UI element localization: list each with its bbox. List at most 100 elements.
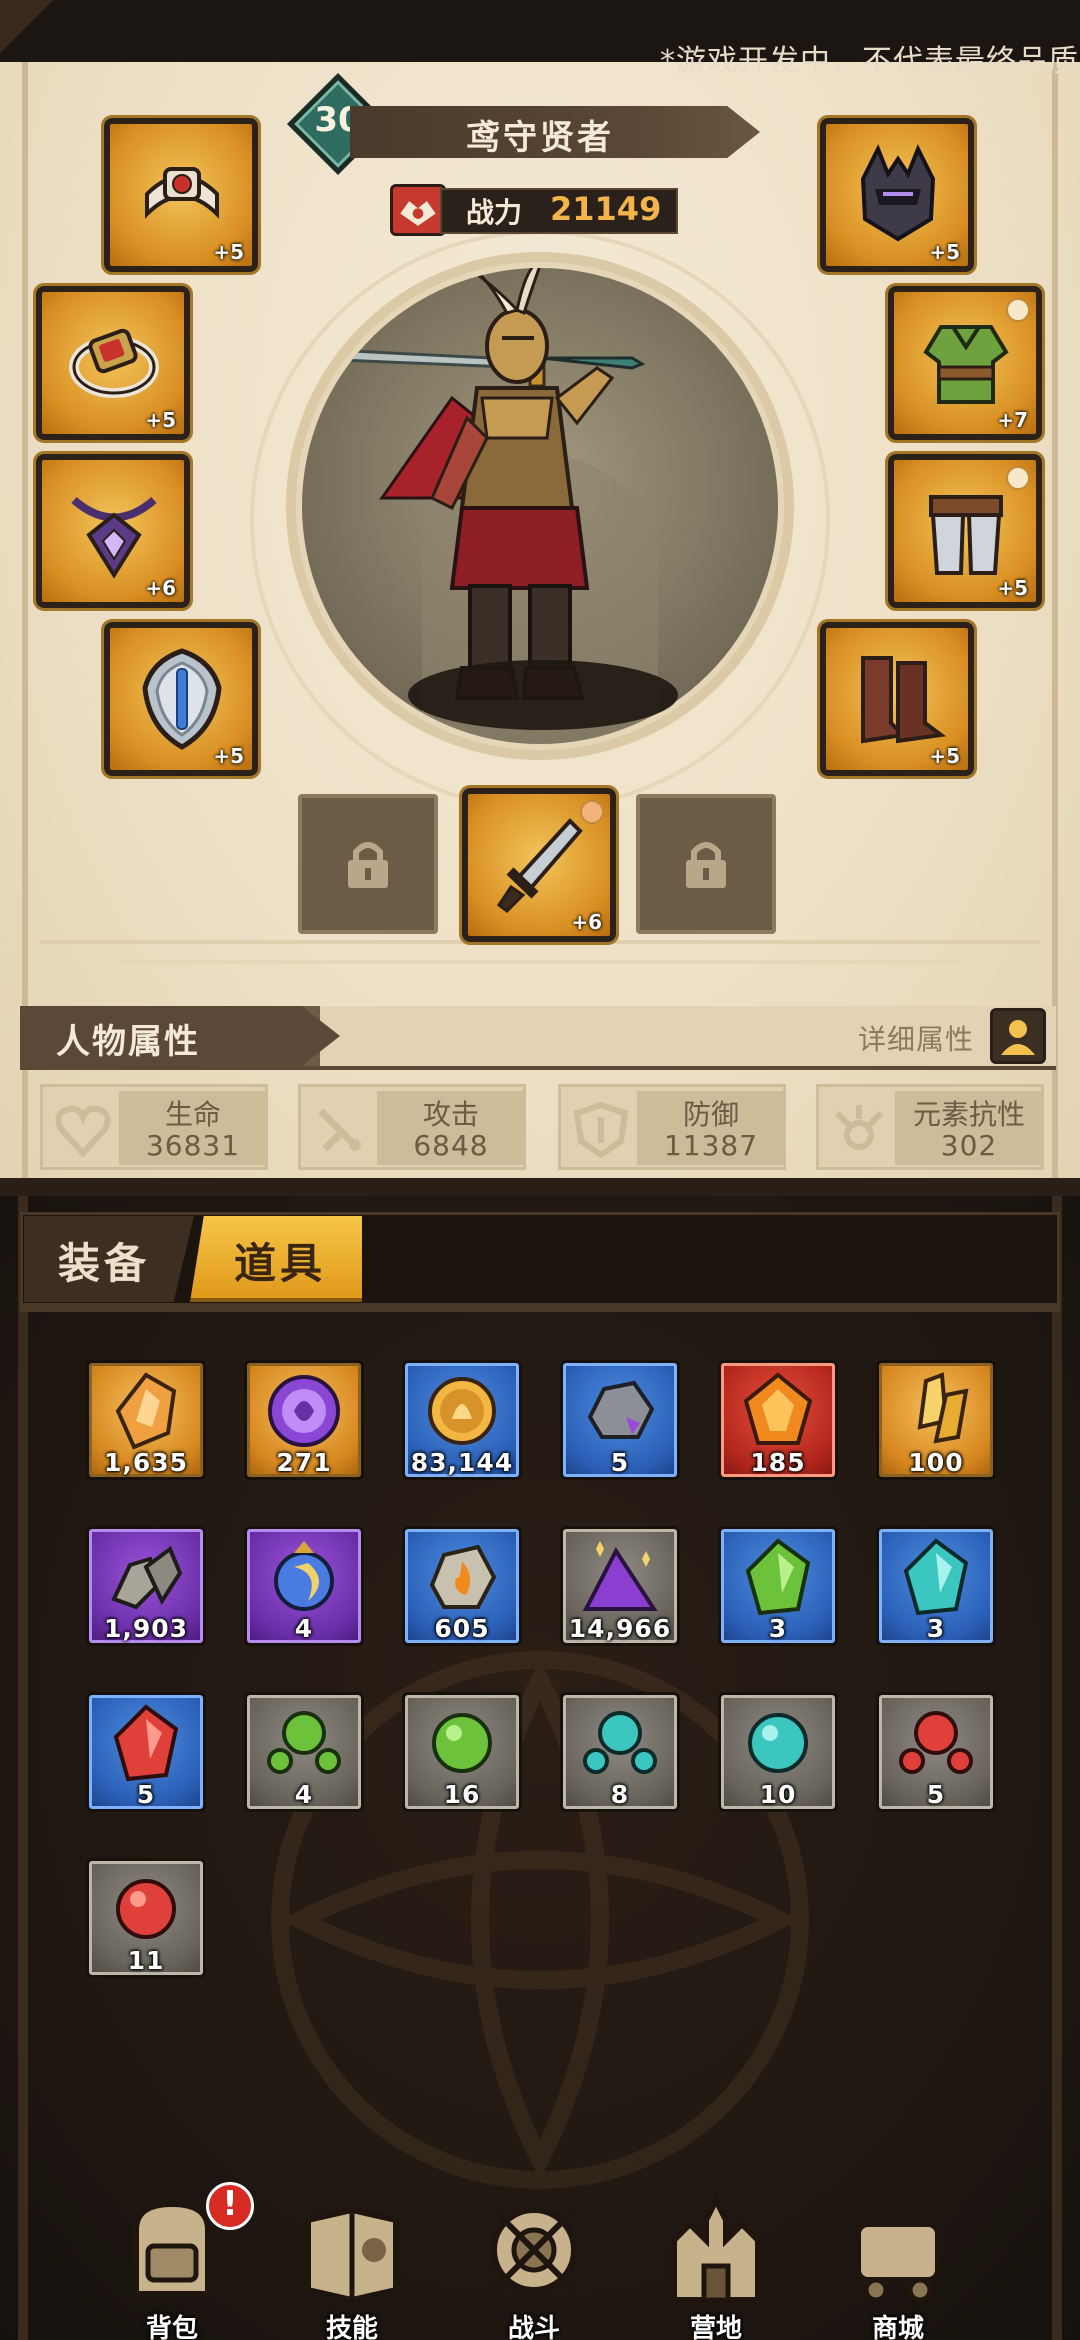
stat-attack: 攻击 6848	[298, 1084, 526, 1170]
nav-label: 技能	[325, 2314, 378, 2340]
inventory-item[interactable]: 10	[718, 1692, 838, 1812]
item-count: 1,903	[103, 1614, 189, 1643]
sword-icon	[496, 818, 583, 913]
inventory-item[interactable]: 5	[876, 1692, 996, 1812]
item-count: 16	[443, 1780, 481, 1809]
item-count: 4	[294, 1614, 314, 1643]
locked-slot-left[interactable]	[298, 794, 438, 934]
skill-book-icon	[305, 2206, 399, 2304]
inventory-item[interactable]: 4	[244, 1526, 364, 1646]
green-gem-icon	[432, 1713, 492, 1773]
dev-disclaimer: *游戏开发中，不代表最终品质	[660, 44, 1079, 79]
equip-slot-legs[interactable]: +5	[888, 454, 1042, 608]
equip-slot-ring-mid[interactable]: +5	[36, 286, 190, 440]
equip-slot-boots[interactable]: +5	[820, 622, 974, 776]
inventory-item[interactable]: 3	[876, 1526, 996, 1646]
red-gem-icon	[116, 1879, 176, 1939]
stat-defense: 防御 11387	[558, 1084, 786, 1170]
nav-camp[interactable]: 营地	[636, 2190, 796, 2340]
stat-label: 元素抗性	[912, 1098, 1025, 1131]
inventory-item[interactable]: 8	[560, 1692, 680, 1812]
inventory-item[interactable]: 100	[876, 1360, 996, 1480]
item-count: 11	[127, 1946, 165, 1975]
stat-label: 攻击	[422, 1098, 479, 1131]
cyan-gem-icon	[748, 1713, 808, 1773]
locked-slot-right[interactable]	[636, 794, 776, 934]
power-label: 战力	[466, 196, 523, 229]
flame-rock-icon	[429, 1544, 497, 1609]
nav-label: 战斗	[507, 2314, 560, 2340]
lock-badge-icon	[1006, 298, 1030, 322]
tab-items-label[interactable]: 道具	[200, 1230, 360, 1291]
power-icon	[390, 184, 446, 236]
sword-icon	[318, 1108, 362, 1152]
nav-battle[interactable]: 战斗	[454, 2190, 614, 2340]
inventory-item[interactable]: 11	[86, 1858, 206, 1978]
attribute-underline	[20, 1066, 1056, 1070]
equip-slot-shield[interactable]: +5	[104, 622, 258, 776]
upgrade-level: +7	[997, 408, 1028, 432]
detail-attributes-button[interactable]	[990, 1008, 1046, 1064]
inventory-item[interactable]: 271	[244, 1360, 364, 1480]
item-count: 3	[768, 1614, 788, 1643]
detail-attributes-link[interactable]: 详细属性	[858, 1018, 974, 1058]
item-count: 5	[136, 1780, 156, 1809]
stat-element-resist: 元素抗性 302	[816, 1084, 1044, 1170]
moon-orb-icon	[274, 1541, 334, 1611]
inventory-item[interactable]: 1,903	[86, 1526, 206, 1646]
tab-equipment-label[interactable]: 装备	[24, 1230, 184, 1291]
inventory-border-left	[18, 1196, 28, 2340]
purple-orb-coin-icon	[268, 1375, 340, 1447]
inventory-item[interactable]: 4	[244, 1692, 364, 1812]
item-count: 271	[276, 1448, 332, 1477]
lock-icon	[348, 842, 388, 888]
decor-line	[120, 960, 960, 964]
stat-value: 11387	[663, 1129, 759, 1162]
upgrade-level: +5	[213, 240, 244, 264]
inventory-border-right	[1052, 1196, 1062, 2340]
power-value: 21149	[550, 190, 662, 228]
inventory-item[interactable]: 3	[718, 1526, 838, 1646]
nav-label: 商城	[871, 2314, 924, 2340]
inventory-item[interactable]: 14,966	[560, 1526, 680, 1646]
lock-icon	[686, 842, 726, 888]
gold-shards-icon	[917, 1372, 969, 1444]
attribute-title: 人物属性	[56, 1022, 200, 1062]
item-count: 605	[434, 1614, 490, 1643]
chest-armor-icon	[923, 325, 1009, 404]
item-count: 10	[759, 1780, 797, 1809]
amulet-icon	[71, 496, 157, 579]
battle-icon	[491, 2207, 577, 2293]
stat-label: 防御	[682, 1098, 739, 1131]
shield-icon	[142, 648, 222, 750]
nav-shop[interactable]: 商城	[818, 2190, 978, 2340]
stat-value: 302	[940, 1129, 998, 1162]
item-count: 3	[926, 1614, 946, 1643]
red-crystal-icon	[113, 1704, 179, 1782]
item-count: 14,966	[568, 1614, 672, 1643]
inventory-item[interactable]: 16	[402, 1692, 522, 1812]
inventory-item[interactable]: 83,144	[402, 1360, 522, 1480]
equip-slot-amulet[interactable]: +6	[36, 454, 190, 608]
upgrade-level: +5	[997, 576, 1028, 600]
equip-slot-ring-top[interactable]: +5	[104, 118, 258, 272]
nav-skills[interactable]: 技能	[272, 2190, 432, 2340]
shop-cart-icon	[855, 2201, 941, 2303]
inventory-item[interactable]: 1,635	[86, 1360, 206, 1480]
stone-pile-icon	[111, 1545, 183, 1610]
ore-rock-icon	[587, 1380, 655, 1439]
upgrade-level: +5	[213, 744, 244, 768]
element-icon	[834, 1105, 884, 1150]
inventory-item[interactable]: 605	[402, 1526, 522, 1646]
inventory-divider	[20, 1306, 1060, 1312]
inventory-item[interactable]: 5	[86, 1692, 206, 1812]
leg-armor-icon	[929, 495, 1003, 575]
equip-slot-helmet[interactable]: +5	[820, 118, 974, 272]
inventory-item[interactable]: 185	[718, 1360, 838, 1480]
item-count: 100	[908, 1448, 964, 1477]
amber-crystal-icon	[115, 1372, 177, 1450]
camp-castle-icon	[671, 2193, 761, 2303]
equip-slot-weapon[interactable]: +6	[462, 788, 616, 942]
equip-slot-chest[interactable]: +7	[888, 286, 1042, 440]
inventory-item[interactable]: 5	[560, 1360, 680, 1480]
